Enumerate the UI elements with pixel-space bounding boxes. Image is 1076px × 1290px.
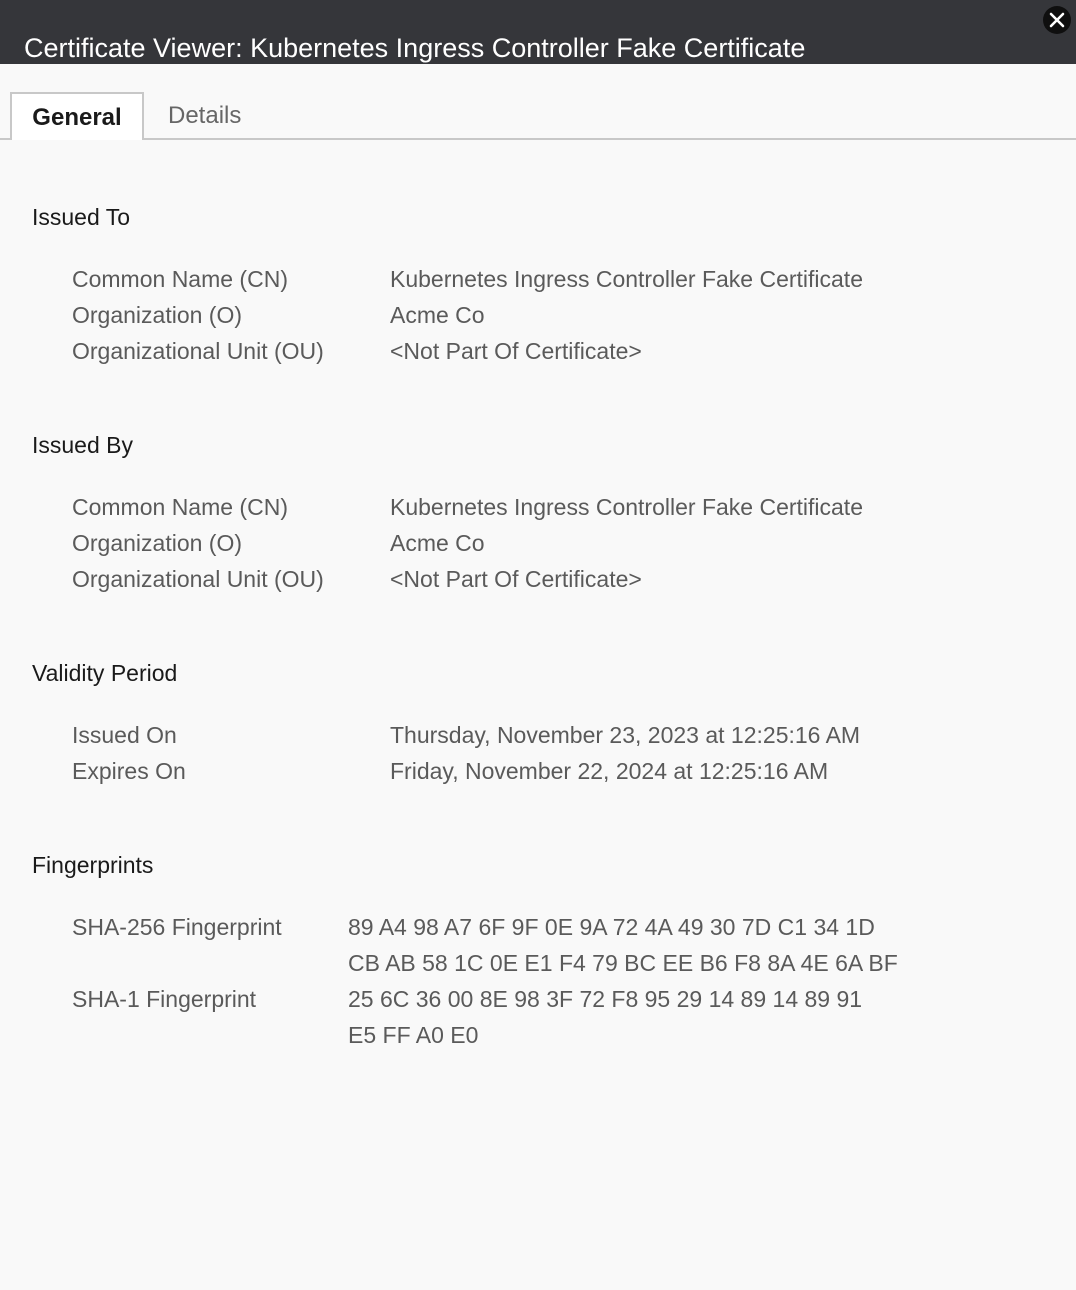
field-label: Common Name (CN) <box>72 494 288 520</box>
field-label: SHA-256 Fingerprint <box>72 914 282 940</box>
field-value: Kubernetes Ingress Controller Fake Certi… <box>390 266 863 292</box>
field-value: <Not Part Of Certificate> <box>390 566 642 592</box>
fingerprint-line: 89 A4 98 A7 6F 9F 0E 9A 72 4A 49 30 7D C… <box>348 914 875 940</box>
fingerprint-line: 25 6C 36 00 8E 98 3F 72 F8 95 29 14 89 1… <box>348 986 863 1012</box>
field-value: Thursday, November 23, 2023 at 12:25:16 … <box>390 722 861 748</box>
issued-to-heading: Issued To <box>32 204 131 230</box>
fingerprint-line: CB AB 58 1C 0E E1 F4 79 BC EE B6 F8 8A 4… <box>348 950 898 976</box>
tab-details[interactable]: Details <box>168 92 241 140</box>
fingerprint-line: E5 FF A0 E0 <box>348 1022 479 1048</box>
title-bar: Certificate Viewer: Kubernetes Ingress C… <box>0 0 1076 64</box>
validity-heading: Validity Period <box>32 660 178 686</box>
field-value: 25 6C 36 00 8E 98 3F 72 F8 95 29 14 89 1… <box>348 981 862 1053</box>
close-button[interactable] <box>1043 6 1071 34</box>
field-value: Kubernetes Ingress Controller Fake Certi… <box>390 494 863 520</box>
field-label: Issued On <box>72 722 177 748</box>
field-label: Organizational Unit (OU) <box>72 566 324 592</box>
field-value: <Not Part Of Certificate> <box>390 338 642 364</box>
field-value: Acme Co <box>390 302 485 328</box>
field-label: Organization (O) <box>72 302 243 328</box>
field-value: 89 A4 98 A7 6F 9F 0E 9A 72 4A 49 30 7D C… <box>348 909 898 981</box>
field-value: Friday, November 22, 2024 at 12:25:16 AM <box>390 758 829 784</box>
close-icon <box>1049 12 1065 28</box>
field-label: Common Name (CN) <box>72 266 288 292</box>
tab-bar: General Details <box>0 92 1076 140</box>
field-label: Organization (O) <box>72 530 243 556</box>
issued-by-heading: Issued By <box>32 432 133 458</box>
fingerprints-heading: Fingerprints <box>32 852 154 878</box>
field-label: SHA-1 Fingerprint <box>72 986 257 1012</box>
field-label: Organizational Unit (OU) <box>72 338 324 364</box>
field-label: Expires On <box>72 758 186 784</box>
tab-divider <box>0 138 1076 140</box>
tab-general[interactable]: General <box>10 92 144 140</box>
field-value: Acme Co <box>390 530 485 556</box>
window-title: Certificate Viewer: Kubernetes Ingress C… <box>24 33 806 63</box>
